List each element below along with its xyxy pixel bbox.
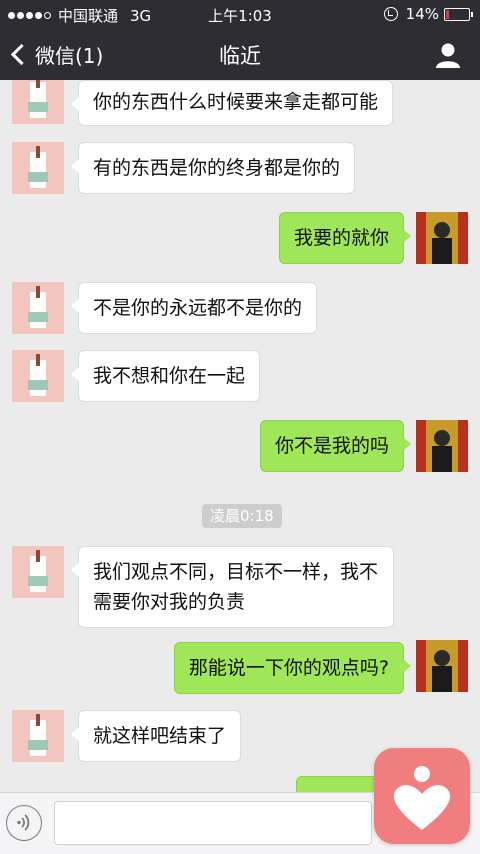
message-text: 就这样吧结束了 — [93, 725, 227, 747]
avatar-image — [12, 80, 64, 124]
message-bubble-incoming[interactable]: 我不想和你在一起 — [70, 350, 261, 402]
contact-avatar[interactable] — [12, 350, 64, 402]
message-text: 不是你的永远都不是你的 — [93, 297, 303, 319]
battery-percent: 14% — [405, 5, 439, 23]
message-bubble-incoming[interactable]: 你的东西什么时候要来拿走都可能 — [70, 80, 394, 126]
my-avatar[interactable] — [416, 212, 468, 264]
message-text: 我们观点不同，目标不一样，我不需要你对我的负责 — [93, 561, 379, 613]
message-text: 有的东西是你的终身都是你的 — [93, 157, 341, 179]
avatar-image — [12, 142, 64, 194]
floating-app-icon[interactable] — [374, 748, 470, 844]
avatar-image — [416, 640, 468, 692]
heart-icon — [393, 766, 451, 830]
message-text: 你的东西什么时候要来拿走都可能 — [93, 91, 379, 113]
timestamp-divider: 凌晨0:18 — [202, 504, 282, 528]
avatar-image — [12, 546, 64, 598]
message-text: 我不想和你在一起 — [93, 365, 246, 387]
rotation-lock-icon — [383, 7, 398, 21]
contact-avatar[interactable] — [12, 282, 64, 334]
voice-input-button[interactable] — [6, 805, 42, 841]
message-bubble-outgoing[interactable]: 那能说一下你的观点吗? — [173, 642, 412, 694]
person-icon — [436, 43, 460, 68]
message-bubble-incoming[interactable]: 就这样吧结束了 — [70, 710, 242, 762]
message-input[interactable] — [54, 801, 372, 845]
avatar-image — [12, 282, 64, 334]
message-bubble-incoming[interactable]: 不是你的永远都不是你的 — [70, 282, 318, 334]
avatar-image — [12, 710, 64, 762]
battery-fill — [446, 9, 449, 19]
contact-info-button[interactable] — [434, 41, 462, 69]
message-bubble-incoming[interactable]: 有的东西是你的终身都是你的 — [70, 142, 356, 194]
message-bubble-incoming[interactable]: 我们观点不同，目标不一样，我不需要你对我的负责 — [71, 546, 394, 628]
contact-avatar[interactable] — [12, 142, 64, 194]
message-text: 你不是我的吗 — [274, 435, 389, 457]
message-text: 我要的就你 — [293, 227, 389, 249]
wechat-chat-screen: 中国联通 3G 上午1:03 14% 微信(1) 临近 你的东西什么时候要来拿走… — [0, 0, 480, 854]
contact-avatar[interactable] — [12, 710, 64, 762]
avatar-image — [416, 420, 468, 472]
my-avatar[interactable] — [416, 640, 468, 692]
message-bubble-outgoing-partial[interactable] — [296, 776, 380, 792]
status-bar: 中国联通 3G 上午1:03 14% — [0, 0, 480, 28]
message-list[interactable]: 你的东西什么时候要来拿走都可能 有的东西是你的终身都是你的 我要的就你 不是你的… — [0, 80, 480, 792]
contact-avatar[interactable] — [12, 546, 64, 598]
message-bubble-outgoing[interactable]: 我要的就你 — [278, 212, 412, 264]
avatar-image — [416, 212, 468, 264]
contact-avatar[interactable] — [12, 80, 64, 124]
voice-icon — [17, 814, 30, 831]
chat-header: 微信(1) 临近 — [0, 28, 480, 80]
battery-icon — [444, 7, 473, 21]
avatar-image — [12, 350, 64, 402]
chat-title: 临近 — [219, 44, 261, 68]
message-bubble-outgoing[interactable]: 你不是我的吗 — [259, 420, 412, 472]
my-avatar[interactable] — [416, 420, 468, 472]
status-right-group: 14% — [383, 5, 473, 23]
message-text: 那能说一下你的观点吗? — [188, 657, 389, 679]
